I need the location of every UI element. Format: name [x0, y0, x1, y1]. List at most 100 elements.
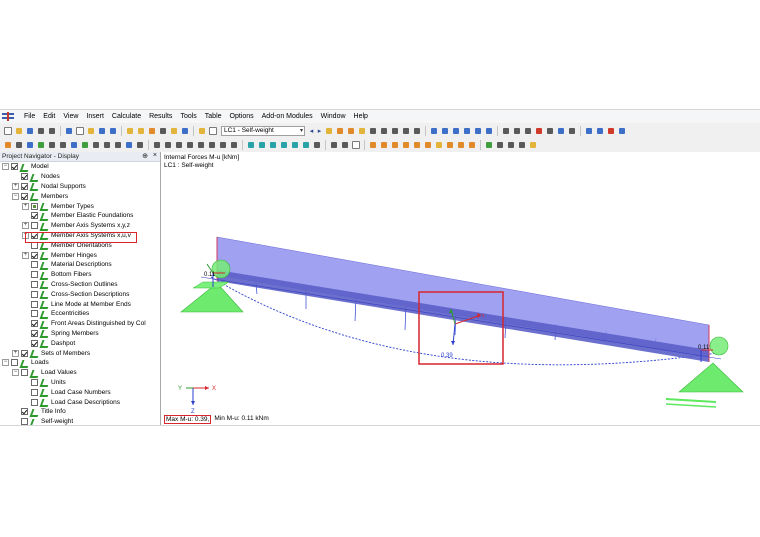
redo-icon[interactable] [108, 126, 118, 136]
moment-mv-icon[interactable] [445, 140, 455, 150]
tree-checkbox[interactable] [21, 182, 28, 190]
tool-check-icon[interactable] [617, 126, 627, 136]
tree-checkbox[interactable] [31, 290, 38, 298]
moment-my-icon[interactable] [412, 140, 422, 150]
tree-item-member-hinges[interactable]: + Member Hinges [0, 250, 160, 260]
tool-node-icon[interactable] [512, 126, 522, 136]
mirror-icon[interactable] [58, 140, 68, 150]
moment-mt-icon[interactable] [401, 140, 411, 150]
dropdown-2-icon[interactable] [340, 140, 350, 150]
cut-icon[interactable] [64, 126, 74, 136]
tree-checkbox[interactable] [21, 349, 28, 357]
design-options-icon[interactable] [495, 140, 505, 150]
results-icon[interactable] [324, 126, 334, 136]
results-filter-y-icon[interactable] [257, 140, 267, 150]
tile-icon[interactable] [208, 126, 218, 136]
load-case-select[interactable]: LC1 - Self-weight ▾ [221, 125, 305, 136]
tree-checkbox[interactable] [31, 212, 38, 220]
tree-checkbox[interactable] [21, 369, 28, 377]
copy-objects-icon[interactable] [36, 140, 46, 150]
dropdown-icon[interactable] [14, 140, 24, 150]
tool-grid-icon[interactable] [545, 126, 555, 136]
view-front-icon[interactable] [152, 140, 162, 150]
menu-table[interactable]: Table [201, 113, 226, 120]
tree-checkbox[interactable] [31, 202, 38, 210]
tree-item-load-case-numbers[interactable]: Load Case Numbers [0, 387, 160, 397]
tree-item-sets-of-members[interactable]: + Sets of Members [0, 348, 160, 358]
tool-model-icon[interactable] [606, 126, 616, 136]
tree-checkbox[interactable] [31, 222, 38, 230]
menu-edit[interactable]: Edit [39, 113, 59, 120]
zoom-all-icon[interactable] [473, 126, 483, 136]
tree-checkbox[interactable] [21, 173, 28, 181]
edit-icon[interactable] [3, 140, 13, 150]
tree-item-nodes[interactable]: Nodes [0, 172, 160, 182]
design-settings-icon[interactable] [517, 140, 527, 150]
tool-display-icon[interactable] [584, 126, 594, 136]
expand-icon[interactable]: + [12, 182, 19, 190]
tree-item-eccentricities[interactable]: Eccentricities [0, 309, 160, 319]
menu-view[interactable]: View [59, 113, 82, 120]
select-icon[interactable] [125, 126, 135, 136]
view-top-icon[interactable] [174, 140, 184, 150]
window-icon[interactable] [197, 126, 207, 136]
tree-checkbox[interactable] [31, 388, 38, 396]
member-icon[interactable] [135, 140, 145, 150]
moment-mu-icon[interactable] [434, 140, 444, 150]
tree-checkbox[interactable] [31, 378, 38, 386]
tree-item-loads[interactable]: − Loads [0, 358, 160, 368]
tree-item-cross-section-outlines[interactable]: Cross-Section Outlines [0, 280, 160, 290]
design-table-icon[interactable] [506, 140, 516, 150]
rotate-icon[interactable] [47, 140, 57, 150]
tree-checkbox[interactable] [21, 408, 28, 416]
results-filter-icon[interactable] [379, 126, 389, 136]
tool-settings-icon[interactable] [567, 126, 577, 136]
tree-item-model[interactable]: − Model [0, 162, 160, 172]
results-filter-z-icon[interactable] [268, 140, 278, 150]
menu-tools[interactable]: Tools [176, 113, 200, 120]
design-report-icon[interactable] [528, 140, 538, 150]
section-icon[interactable] [412, 126, 422, 136]
design-icon[interactable] [484, 140, 494, 150]
collapse-icon[interactable]: − [12, 192, 19, 200]
tree-checkbox[interactable] [31, 329, 38, 337]
tree-item-title-info[interactable]: Title Info [0, 407, 160, 417]
display-props-icon[interactable] [329, 140, 339, 150]
lock-icon[interactable] [147, 126, 157, 136]
tree-item-load-case-descriptions[interactable]: Load Case Descriptions [0, 397, 160, 407]
menu-options[interactable]: Options [226, 113, 258, 120]
tree-checkbox[interactable] [31, 261, 38, 269]
view-wire-icon[interactable] [218, 140, 228, 150]
tree-item-dashpot[interactable]: Dashpot [0, 338, 160, 348]
numbering-icon[interactable] [351, 140, 361, 150]
menu-file[interactable]: File [20, 113, 39, 120]
deformation-icon[interactable] [401, 126, 411, 136]
force-n-icon[interactable] [368, 140, 378, 150]
view-side-icon[interactable] [163, 140, 173, 150]
move-icon[interactable] [25, 140, 35, 150]
menu-calculate[interactable]: Calculate [108, 113, 145, 120]
show-results-icon[interactable] [335, 126, 345, 136]
force-vz-icon[interactable] [390, 140, 400, 150]
collapse-icon[interactable]: − [2, 163, 9, 171]
print-icon[interactable] [36, 126, 46, 136]
expand-icon[interactable]: + [12, 349, 19, 357]
extrude-icon[interactable] [102, 140, 112, 150]
support-z-icon[interactable] [301, 140, 311, 150]
view-z-icon[interactable] [462, 126, 472, 136]
measure-icon[interactable] [158, 126, 168, 136]
tree-checkbox[interactable] [31, 339, 38, 347]
line-icon[interactable] [124, 140, 134, 150]
results-values-icon[interactable] [346, 126, 356, 136]
tree-item-bottom-fibers[interactable]: Bottom Fibers [0, 270, 160, 280]
menu-results[interactable]: Results [145, 113, 176, 120]
tool-line-icon[interactable] [501, 126, 511, 136]
tree-item-load-values[interactable]: − Load Values [0, 368, 160, 378]
tree-item-member-axis-systems-x-y-z[interactable]: + Member Axis Systems x,y,z [0, 221, 160, 231]
next-load-case-icon[interactable]: ▸ [316, 127, 323, 135]
zoom-icon[interactable] [136, 126, 146, 136]
tree-checkbox[interactable] [31, 320, 38, 328]
tree-item-member-elastic-foundations[interactable]: Member Elastic Foundations [0, 211, 160, 221]
support-xy-icon[interactable] [290, 140, 300, 150]
collapse-icon[interactable]: − [2, 359, 9, 367]
